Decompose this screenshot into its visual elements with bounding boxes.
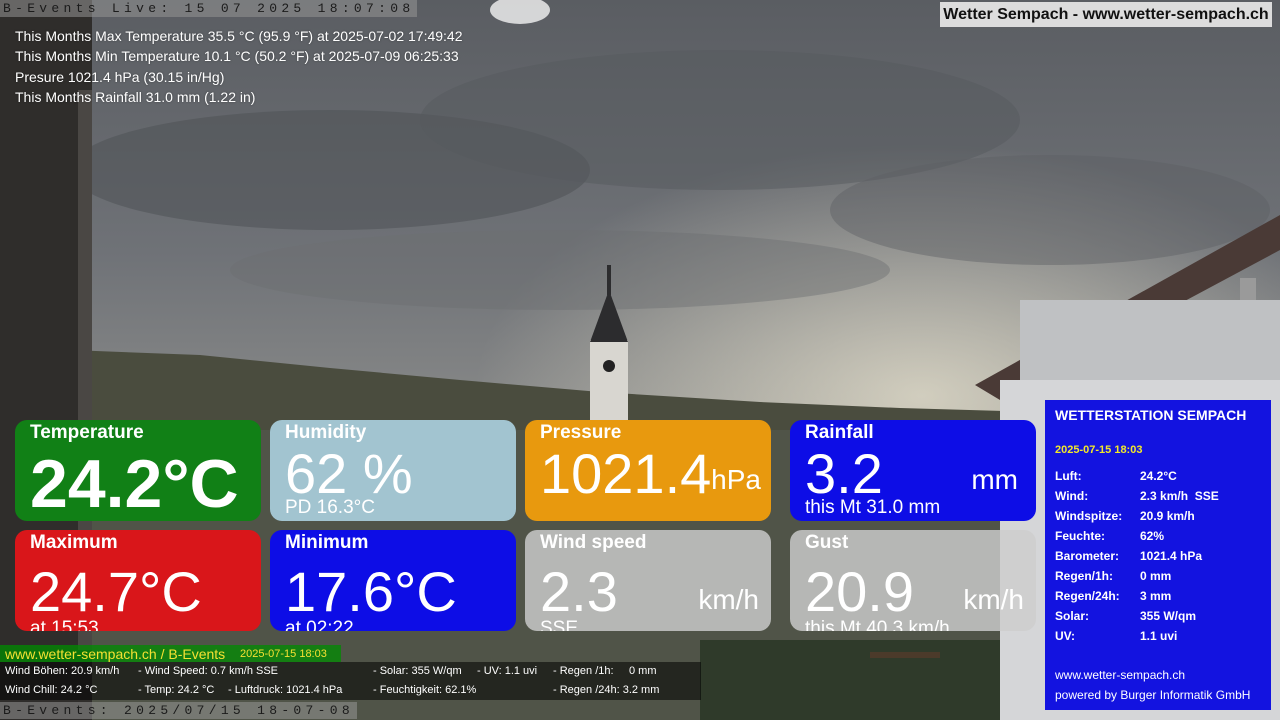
panel-row-air: Luft: 24.2°C (1055, 469, 1177, 483)
station-panel: WETTERSTATION SEMPACH 2025-07-15 18:03 L… (1045, 400, 1271, 710)
footer-timestamp: B-Events: 2025/07/15 18-07-08 (0, 702, 357, 719)
stat-max-temp: This Months Max Temperature 35.5 °C (95.… (15, 28, 463, 44)
card-label: Rainfall (805, 422, 874, 443)
strip-temp: - Temp: 24.2 °C (138, 684, 215, 696)
panel-row-rain-1h: Regen/1h: 0 mm (1055, 569, 1172, 583)
panel-row-solar: Solar: 355 W/qm (1055, 609, 1197, 623)
strip-pressure: - Luftdruck: 1021.4 hPa (228, 684, 343, 696)
strip-wind-speed: - Wind Speed: 0.7 km/h SSE (138, 665, 279, 677)
card-label: Minimum (285, 532, 369, 553)
pressure-value: 1021.4 (540, 442, 712, 505)
gust-card: Gust 20.9 km/h this Mt 40.3 km/h (790, 530, 1036, 631)
panel-row-rain-24h: Regen/24h: 3 mm (1055, 589, 1172, 603)
strip-wind-chill: Wind Chill: 24.2 °C (5, 684, 98, 696)
card-label: Maximum (30, 532, 118, 553)
dew-point: PD 16.3°C (285, 497, 375, 518)
windspeed-value: 2.3 (540, 560, 618, 623)
ticker-date: 2025-07-15 18:03 (240, 648, 327, 660)
gust-value: 20.9 (805, 560, 914, 623)
pressure-unit: hPa (711, 464, 761, 495)
card-label: Gust (805, 532, 849, 553)
rainfall-month: this Mt 31.0 mm (805, 497, 941, 518)
maximum-value: 24.7°C (30, 560, 202, 623)
rainfall-unit: mm (971, 464, 1018, 495)
stat-pressure: Presure 1021.4 hPa (30.15 in/Hg) (15, 68, 225, 85)
panel-row-gust: Windspitze: 20.9 km/h (1055, 509, 1195, 523)
maximum-card: Maximum 24.7°C at 15:53 (15, 530, 261, 631)
temperature-card: Temperature 24.2°C (15, 420, 261, 521)
strip-solar: - Solar: 355 W/qm (373, 665, 462, 677)
gust-unit: km/h (963, 584, 1024, 615)
ticker-site: www.wetter-sempach.ch / B-Events (5, 646, 226, 662)
wind-direction: SSE (540, 618, 579, 631)
strip-rain-1h: - Regen /1h: (553, 665, 614, 677)
card-label: Pressure (540, 422, 622, 443)
site-brand-label: Wetter Sempach - www.wetter-sempach.ch (940, 2, 1272, 27)
panel-row-wind: Wind: 2.3 km/h SSE (1055, 489, 1219, 503)
panel-row-uv: UV: 1.1 uvi (1055, 629, 1178, 643)
panel-row-barometer: Barometer: 1021.4 hPa (1055, 549, 1203, 563)
strip-rain-1h-value: 0 mm (629, 665, 657, 677)
humidity-value: 62 % (285, 442, 413, 505)
card-label: Humidity (285, 422, 367, 443)
minimum-time: at 02:22 (285, 618, 354, 631)
panel-powered-by: powered by Burger Informatik GmbH (1055, 688, 1251, 702)
panel-row-humidity: Feuchte: 62% (1055, 529, 1165, 543)
rainfall-value: 3.2 (805, 442, 883, 505)
site-ticker: www.wetter-sempach.ch / B-Events 2025-07… (0, 645, 341, 662)
strip-wind-gust: Wind Böhen: 20.9 km/h (5, 665, 120, 677)
windspeed-card: Wind speed 2.3 km/h SSE (525, 530, 771, 631)
strip-rain-24h: - Regen /24h: 3.2 mm (553, 684, 660, 696)
panel-title: WETTERSTATION SEMPACH (1055, 407, 1247, 423)
strip-humidity: - Feuchtigkeit: 62.1% (373, 684, 477, 696)
temperature-value: 24.2°C (30, 446, 239, 521)
humidity-card: Humidity 62 % PD 16.3°C (270, 420, 516, 521)
pressure-card: Pressure 1021.4 hPa (525, 420, 771, 521)
windspeed-unit: km/h (698, 584, 759, 615)
card-label: Temperature (30, 422, 144, 443)
minimum-card: Minimum 17.6°C at 02:22 (270, 530, 516, 631)
monthly-stats: This Months Max Temperature 35.5 °C (95.… (15, 26, 463, 107)
card-label: Wind speed (540, 532, 647, 553)
maximum-time: at 15:53 (30, 618, 99, 631)
gust-month: this Mt 40.3 km/h (805, 618, 950, 631)
live-timestamp: B-Events Live: 15 07 2025 18:07:08 (0, 0, 418, 17)
panel-date: 2025-07-15 18:03 (1055, 444, 1143, 456)
minimum-value: 17.6°C (285, 560, 457, 623)
strip-uv: - UV: 1.1 uvi (477, 665, 538, 677)
data-strip: Wind Böhen: 20.9 km/h - Wind Speed: 0.7 … (0, 662, 701, 700)
stat-min-temp: This Months Min Temperature 10.1 °C (50.… (15, 48, 459, 65)
stat-rainfall: This Months Rainfall 31.0 mm (1.22 in) (15, 88, 256, 105)
rainfall-card: Rainfall 3.2 mm this Mt 31.0 mm (790, 420, 1036, 521)
panel-site-link: www.wetter-sempach.ch (1055, 668, 1186, 682)
